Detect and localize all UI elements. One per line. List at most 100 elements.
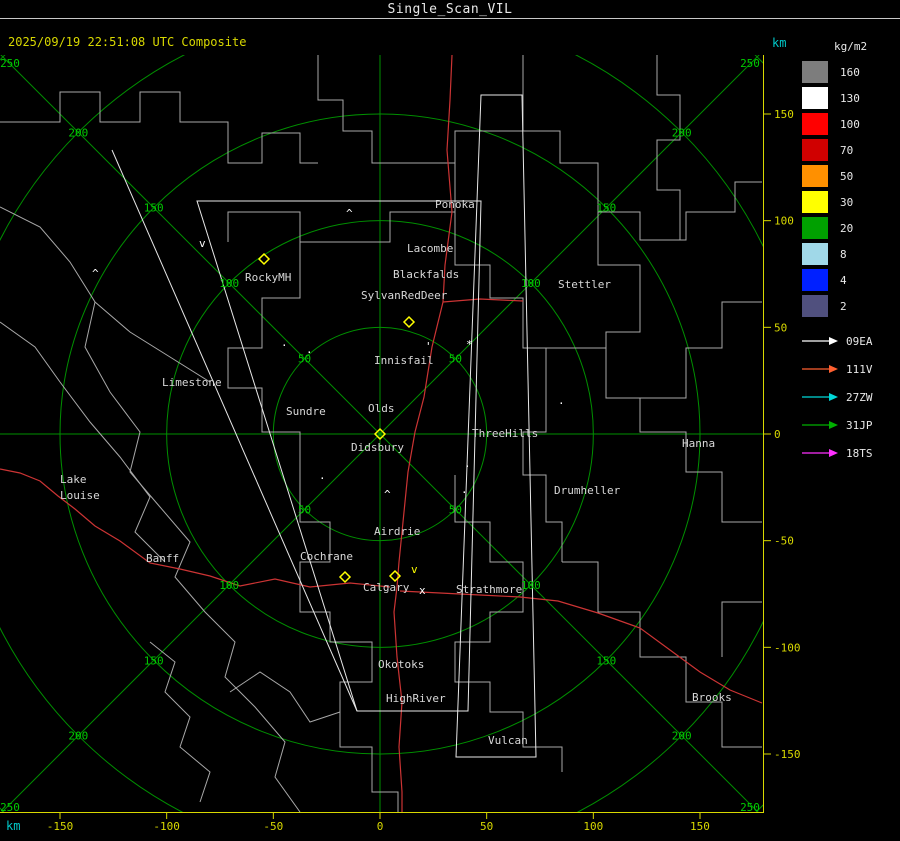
city-label: Vulcan: [488, 734, 528, 747]
legend-value-label: 130: [840, 91, 860, 105]
ring-range-label: 50: [298, 503, 311, 516]
county-boundary: [0, 91, 318, 164]
ring-range-label: 250: [740, 57, 760, 70]
legend-value-label: 4: [840, 273, 847, 287]
legend-color-swatch: [802, 217, 828, 239]
legend-entry: 4: [802, 267, 898, 293]
city-label: Olds: [368, 402, 395, 415]
county-boundary: [227, 163, 456, 243]
right-axis-tick-label: -50: [774, 535, 794, 548]
storm-marker: ^: [384, 488, 391, 501]
radar-arrow-icon: [802, 337, 838, 345]
legend-color-swatch: [802, 113, 828, 135]
ring-range-label: 200: [68, 730, 88, 743]
legend-entry: 2: [802, 293, 898, 319]
radar-id-label: 09EA: [846, 334, 873, 348]
storm-marker: ·: [464, 460, 471, 473]
legend-color-swatch: [802, 295, 828, 317]
city-label: Stettler: [558, 278, 611, 291]
radar-arrow-icon: [802, 421, 838, 429]
city-label: Limestone: [162, 376, 222, 389]
storm-marker: v: [411, 563, 418, 576]
legend-value-label: 160: [840, 65, 860, 79]
storm-marker: ': [425, 340, 432, 353]
legend-value-label: 70: [840, 143, 854, 157]
city-label: Lake: [60, 473, 87, 486]
ring-range-label: 200: [672, 730, 692, 743]
city-label: Sundre: [286, 405, 326, 418]
legend-value-label: 2: [840, 299, 847, 313]
storm-marker: *: [466, 338, 473, 351]
ring-range-label: 150: [144, 654, 164, 667]
city-label: Sylvan: [361, 289, 401, 302]
county-boundary: [94, 301, 211, 383]
bottom-axis-tick-label: 100: [583, 820, 603, 833]
legend-color-swatch: [802, 165, 828, 187]
radar-id-label: 111V: [846, 362, 873, 376]
ring-range-label: 100: [219, 579, 239, 592]
radar-display[interactable]: 50 5050 50100 100100 100150 150150 150200 20020…: [0, 0, 900, 841]
city-label: Brooks: [692, 691, 732, 704]
city-label: Drumheller: [554, 484, 621, 497]
county-boundary: [0, 321, 166, 563]
radar-legend-entry: 111V: [802, 355, 898, 383]
storm-marker: ·: [558, 397, 565, 410]
radar-legend-entry: 18TS: [802, 439, 898, 467]
radar-arrow-icon: [802, 393, 838, 401]
highway: [442, 298, 524, 303]
legend-panel: kg/m2 160 130 100 70 50 30 20 8 4 2 09EA 111V 27ZW 3…: [802, 40, 898, 467]
storm-marker: ^: [92, 267, 99, 280]
city-label: Lacombe: [407, 242, 453, 255]
ring-range-label: 100: [521, 579, 541, 592]
bottom-axis-tick-label: 0: [377, 820, 384, 833]
city-label: HighRiver: [386, 692, 446, 705]
legend-unit-label: kg/m2: [834, 40, 868, 53]
scan-sector-outline: [111, 149, 358, 712]
range-ring: [0, 55, 763, 812]
county-boundary: [562, 561, 762, 748]
county-boundary: [656, 55, 681, 240]
legend-entry: 160: [802, 59, 898, 85]
azimuth-spoke: [0, 55, 381, 435]
scan-sector-outline: [455, 94, 537, 758]
storm-marker: v: [199, 237, 206, 250]
radar-id-label: 31JP: [846, 418, 873, 432]
legend-entry: 70: [802, 137, 898, 163]
radar-legend-entry: 31JP: [802, 411, 898, 439]
vil-color-scale: 160 130 100 70 50 30 20 8 4 2: [802, 59, 898, 319]
legend-color-swatch: [802, 139, 828, 161]
city-label: Innisfail: [374, 354, 434, 367]
city-label: Cochrane: [300, 550, 353, 563]
legend-value-label: 50: [840, 169, 854, 183]
radar-legend-entry: 09EA: [802, 327, 898, 355]
county-boundary: [339, 712, 399, 812]
right-axis-tick-label: 150: [774, 108, 794, 121]
city-label: Calgary: [363, 581, 410, 594]
county-boundary: [317, 55, 524, 164]
right-axis-tick-label: 100: [774, 215, 794, 228]
legend-value-label: 100: [840, 117, 860, 131]
city-label: Didsbury: [351, 441, 404, 454]
city-label: Ponoka: [435, 198, 475, 211]
ring-range-label: 100: [521, 277, 541, 290]
city-label: Airdrie: [374, 525, 420, 538]
ring-range-label: 200: [672, 126, 692, 139]
radar-site-marker: [338, 570, 352, 584]
radar-arrow-icon: [802, 449, 838, 457]
legend-entry: 100: [802, 111, 898, 137]
city-label: Strathmore: [456, 583, 522, 596]
storm-marker: ·: [319, 472, 326, 485]
bottom-axis-tick-label: -100: [153, 820, 180, 833]
legend-entry: 30: [802, 189, 898, 215]
ring-range-label: 150: [596, 202, 616, 215]
radar-id-label: 18TS: [846, 446, 873, 460]
radar-map[interactable]: 50 5050 50100 100100 100150 150150 150200 20020…: [0, 0, 900, 841]
city-label: Louise: [60, 489, 100, 502]
legend-value-label: 20: [840, 221, 854, 235]
storm-marker: ^: [346, 207, 353, 220]
city-label: Banff: [146, 552, 179, 565]
radar-legend-entry: 27ZW: [802, 383, 898, 411]
right-axis-tick-label: 0: [774, 428, 781, 441]
storm-marker: ·: [461, 486, 468, 499]
city-label: Blackfalds: [393, 268, 459, 281]
